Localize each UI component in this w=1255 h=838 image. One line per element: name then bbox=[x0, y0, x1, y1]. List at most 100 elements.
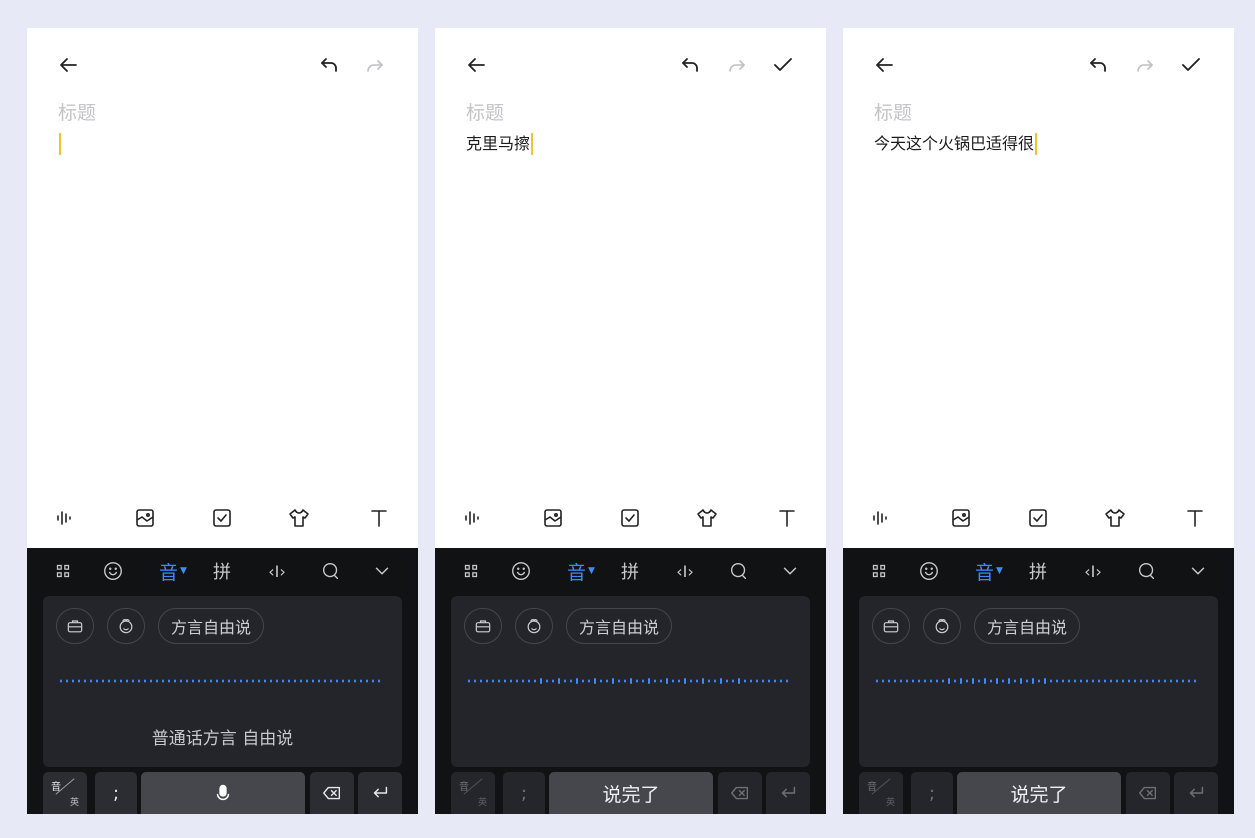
apps-grid-icon[interactable] bbox=[51, 556, 75, 586]
check-icon[interactable] bbox=[768, 50, 798, 80]
backspace-icon[interactable] bbox=[310, 772, 354, 814]
wave-dot bbox=[1098, 679, 1100, 683]
language-switch-key[interactable]: 音英 bbox=[451, 772, 495, 814]
dialect-free-speech-chip[interactable]: 方言自由说 bbox=[158, 608, 264, 644]
emoji-face-icon[interactable] bbox=[923, 608, 961, 644]
shirt-icon[interactable] bbox=[283, 502, 315, 534]
voice-wave-icon[interactable] bbox=[457, 502, 489, 534]
wave-dot bbox=[480, 679, 482, 683]
wave-dot bbox=[558, 678, 560, 684]
search-icon[interactable] bbox=[727, 556, 751, 586]
punctuation-key[interactable]: ; bbox=[95, 772, 137, 814]
finish-speaking-key[interactable]: 说完了 bbox=[549, 772, 713, 814]
note-content[interactable]: 克里马擦 bbox=[466, 132, 534, 156]
collapse-icon[interactable] bbox=[778, 556, 802, 586]
wave-dot bbox=[666, 678, 668, 684]
language-switch-key[interactable]: 音英 bbox=[859, 772, 903, 814]
redo-icon[interactable] bbox=[360, 50, 390, 80]
emoji-icon[interactable] bbox=[916, 556, 942, 586]
editor-toolbar bbox=[843, 50, 1234, 80]
wave-dot bbox=[1176, 679, 1178, 683]
emoji-icon[interactable] bbox=[508, 556, 534, 586]
shirt-icon[interactable] bbox=[1099, 502, 1131, 534]
emoji-face-icon[interactable] bbox=[107, 608, 145, 644]
checkbox-icon[interactable] bbox=[614, 502, 646, 534]
voice-mode-tab[interactable]: 音 ▼ bbox=[563, 556, 599, 586]
redo-icon[interactable] bbox=[1130, 50, 1160, 80]
wave-dot bbox=[72, 679, 74, 683]
image-icon[interactable] bbox=[945, 502, 977, 534]
title-placeholder[interactable]: 标题 bbox=[58, 98, 96, 125]
collapse-icon[interactable] bbox=[1186, 556, 1210, 586]
note-content[interactable]: 今天这个火锅巴适得很 bbox=[874, 132, 1038, 156]
text-format-icon[interactable] bbox=[1179, 502, 1211, 534]
back-arrow-icon[interactable] bbox=[53, 50, 83, 80]
check-icon[interactable] bbox=[1176, 50, 1206, 80]
wave-dot bbox=[108, 679, 110, 683]
cursor-tab[interactable]: ‹I› bbox=[1079, 556, 1107, 586]
checkbox-icon[interactable] bbox=[1022, 502, 1054, 534]
wave-dot bbox=[210, 679, 212, 683]
briefcase-icon[interactable] bbox=[56, 608, 94, 644]
image-icon[interactable] bbox=[537, 502, 569, 534]
wave-dot bbox=[306, 679, 308, 683]
wave-dot bbox=[612, 678, 614, 684]
text-format-icon[interactable] bbox=[771, 502, 803, 534]
emoji-icon[interactable] bbox=[100, 556, 126, 586]
enter-icon[interactable] bbox=[766, 772, 810, 814]
punctuation-key[interactable]: ; bbox=[911, 772, 953, 814]
collapse-icon[interactable] bbox=[370, 556, 394, 586]
wave-dot bbox=[1152, 679, 1154, 683]
pinyin-tab[interactable]: 拼 bbox=[1025, 556, 1051, 586]
briefcase-icon[interactable] bbox=[872, 608, 910, 644]
punctuation-key[interactable]: ; bbox=[503, 772, 545, 814]
text-format-icon[interactable] bbox=[363, 502, 395, 534]
cursor-tab[interactable]: ‹I› bbox=[671, 556, 699, 586]
pinyin-tab[interactable]: 拼 bbox=[617, 556, 643, 586]
redo-icon[interactable] bbox=[722, 50, 752, 80]
search-icon[interactable] bbox=[319, 556, 343, 586]
finish-speaking-key[interactable]: 说完了 bbox=[957, 772, 1121, 814]
pinyin-tab[interactable]: 拼 bbox=[209, 556, 235, 586]
apps-grid-icon[interactable] bbox=[459, 556, 483, 586]
backspace-icon[interactable] bbox=[1126, 772, 1170, 814]
undo-icon[interactable] bbox=[314, 50, 344, 80]
back-arrow-icon[interactable] bbox=[869, 50, 899, 80]
apps-grid-icon[interactable] bbox=[867, 556, 891, 586]
voice-wave-icon[interactable] bbox=[49, 502, 81, 534]
voice-mode-tab[interactable]: 音 ▼ bbox=[971, 556, 1007, 586]
checkbox-icon[interactable] bbox=[206, 502, 238, 534]
wave-dot bbox=[276, 679, 278, 683]
dialect-free-speech-chip[interactable]: 方言自由说 bbox=[566, 608, 672, 644]
wave-dot bbox=[1104, 679, 1106, 683]
note-content[interactable] bbox=[58, 132, 61, 156]
title-placeholder[interactable]: 标题 bbox=[466, 98, 504, 125]
wave-dot bbox=[294, 679, 296, 683]
voice-mode-tab[interactable]: 音 ▼ bbox=[155, 556, 191, 586]
image-icon[interactable] bbox=[129, 502, 161, 534]
microphone-key[interactable] bbox=[141, 772, 305, 814]
emoji-face-icon[interactable] bbox=[515, 608, 553, 644]
undo-icon[interactable] bbox=[675, 50, 705, 80]
wave-dot bbox=[342, 679, 344, 683]
language-switch-key[interactable]: 音英 bbox=[43, 772, 87, 814]
backspace-icon[interactable] bbox=[718, 772, 762, 814]
keyboard-bottom-row: 音英 ; bbox=[43, 772, 402, 814]
title-placeholder[interactable]: 标题 bbox=[874, 98, 912, 125]
editor-toolbar bbox=[435, 50, 826, 80]
voice-wave-icon[interactable] bbox=[865, 502, 897, 534]
keyboard-top-row: 音 ▼ 拼 ‹I› bbox=[435, 548, 826, 594]
wave-dot bbox=[1062, 679, 1064, 683]
back-arrow-icon[interactable] bbox=[461, 50, 491, 80]
dialect-free-speech-chip[interactable]: 方言自由说 bbox=[974, 608, 1080, 644]
wave-dot bbox=[354, 679, 356, 683]
wave-dot bbox=[678, 679, 680, 683]
undo-icon[interactable] bbox=[1083, 50, 1113, 80]
cursor-tab[interactable]: ‹I› bbox=[263, 556, 291, 586]
briefcase-icon[interactable] bbox=[464, 608, 502, 644]
enter-icon[interactable] bbox=[358, 772, 402, 814]
search-icon[interactable] bbox=[1135, 556, 1159, 586]
wave-dot bbox=[144, 679, 146, 683]
enter-icon[interactable] bbox=[1174, 772, 1218, 814]
shirt-icon[interactable] bbox=[691, 502, 723, 534]
